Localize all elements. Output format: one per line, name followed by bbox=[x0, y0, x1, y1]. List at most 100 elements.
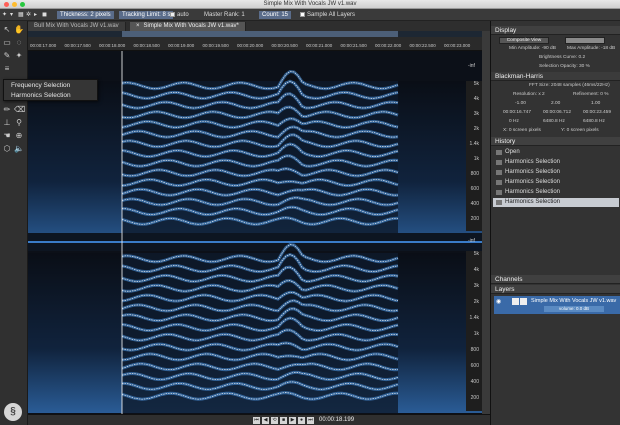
history-item[interactable]: Harmonics Selection bbox=[493, 158, 619, 167]
layer-item[interactable]: ◉ Simple Mix With Vocals JW v1.wav volum… bbox=[494, 296, 620, 314]
vertical-scrollbar[interactable] bbox=[482, 31, 490, 414]
selection-opacity[interactable]: Selection Opacity: 30 % bbox=[539, 64, 590, 69]
window-title: Simple Mix With Vocals JW v1.wav bbox=[263, 1, 357, 7]
history-panel-header: History bbox=[491, 137, 620, 146]
eyedropper-icon[interactable]: ⚲ bbox=[14, 118, 24, 128]
tab-simple-mix[interactable]: × Simple Mix With Vocals JW v1.wav* bbox=[130, 22, 246, 31]
chevron-down-icon[interactable]: ▾ bbox=[10, 11, 13, 19]
time-length[interactable]: 00:00:06.712 bbox=[543, 110, 571, 115]
sample-all-layers-checkbox[interactable]: Sample All Layers bbox=[300, 11, 355, 19]
max-amplitude[interactable]: Max Amplitude: -18 dB bbox=[567, 46, 615, 51]
history-item-label: Harmonics Selection bbox=[505, 189, 561, 195]
history-item[interactable]: Harmonics Selection bbox=[493, 178, 619, 187]
x-screen-pixels[interactable]: X: 0 screen pixels bbox=[503, 128, 541, 133]
brightness-curve[interactable]: Brightness Curve: 0.2 bbox=[539, 55, 585, 60]
star-icon[interactable]: ✲ bbox=[26, 11, 31, 19]
mute-icon[interactable] bbox=[512, 298, 519, 305]
history-item[interactable]: Harmonics Selection bbox=[493, 168, 619, 177]
display-panel-header: Display bbox=[491, 26, 620, 35]
eye-icon[interactable]: ◉ bbox=[496, 298, 504, 306]
skip-forward-icon[interactable]: ⏭ bbox=[307, 417, 314, 424]
window-function-select[interactable]: Blackman-Harris bbox=[491, 72, 620, 81]
record-icon[interactable]: ● bbox=[298, 417, 305, 424]
min-amplitude[interactable]: Min Amplitude: -90 dB bbox=[509, 46, 556, 51]
hand-tool-icon[interactable]: ✋ bbox=[14, 25, 24, 35]
value-3[interactable]: 1.00 bbox=[591, 101, 600, 106]
frequency-label: 2k bbox=[473, 126, 479, 132]
history-item[interactable]: Harmonics Selection bbox=[493, 188, 619, 197]
skip-back-icon[interactable]: ⏮ bbox=[253, 417, 260, 424]
menu-item-harmonics-selection[interactable]: Harmonics Selection bbox=[11, 92, 71, 99]
tab-label: Simple Mix With Vocals JW v1.wav* bbox=[143, 23, 239, 29]
history-item[interactable]: Open bbox=[493, 148, 619, 157]
current-time: 00:00:18.199 bbox=[319, 417, 355, 423]
pointer-tool-icon[interactable]: ↖ bbox=[2, 25, 12, 35]
thickness-field[interactable]: Thickness: 2 pixels bbox=[57, 11, 114, 19]
zoom-icon[interactable]: ⊕ bbox=[14, 131, 24, 141]
composite-view-button[interactable]: Composite View bbox=[499, 37, 549, 44]
frequency-label: 1k bbox=[473, 156, 479, 162]
close-icon[interactable]: × bbox=[136, 23, 140, 29]
freq-low[interactable]: 0 Hz bbox=[509, 119, 519, 124]
eraser-icon[interactable]: ⌫ bbox=[14, 105, 25, 115]
play-icon[interactable]: ▶ bbox=[289, 417, 296, 424]
master-rank-field[interactable]: Master Rank: 1 bbox=[204, 11, 245, 19]
tracking-limit-field[interactable]: Tracking Limit: 8 s bbox=[119, 11, 174, 19]
history-step-icon bbox=[496, 150, 502, 155]
refinement[interactable]: Refinement: 0 % bbox=[573, 92, 608, 97]
auto-label: auto bbox=[177, 12, 189, 18]
auto-checkbox[interactable]: auto bbox=[170, 11, 189, 19]
display-header-label: Display bbox=[495, 27, 517, 34]
ruler-tick-label: 00:00:20.000 bbox=[237, 43, 264, 48]
right-panel: Display Composite View Min Amplitude: -9… bbox=[490, 21, 620, 425]
layers-header-label: Layers bbox=[495, 286, 515, 293]
speaker-icon[interactable]: 🔈 bbox=[14, 144, 24, 154]
freq-high[interactable]: 6480.8 Hz bbox=[543, 119, 565, 124]
magic-wand-icon[interactable]: ✦ bbox=[14, 51, 24, 61]
frequency-label: 2k bbox=[473, 299, 479, 305]
document-tabs: Bull Mix With Vocals JW v1.wav × Simple M… bbox=[0, 21, 490, 31]
history-item[interactable]: Harmonics Selection bbox=[493, 198, 619, 207]
channels-panel-header: Channels bbox=[491, 275, 620, 284]
fft-size[interactable]: FFT Size: 2048 samples (46ms/22Hz) bbox=[529, 83, 610, 88]
ruler-tick-label: 00:00:17.000 bbox=[30, 43, 57, 48]
time-ruler[interactable]: 00:00:17.000 00:00:17.500 00:00:18.000 00:0… bbox=[28, 37, 482, 51]
cube-icon[interactable]: ⬡ bbox=[2, 144, 12, 154]
hand-icon[interactable]: ☚ bbox=[2, 131, 12, 141]
history-item-label: Harmonics Selection bbox=[505, 159, 561, 165]
y-screen-pixels[interactable]: Y: 0 screen pixels bbox=[561, 128, 599, 133]
history-step-icon bbox=[496, 180, 502, 185]
menu-item-frequency-selection[interactable]: Frequency Selection bbox=[11, 82, 70, 89]
time-end[interactable]: 00:00:23.459 bbox=[583, 110, 611, 115]
rectangle-select-icon[interactable]: ▭ bbox=[2, 38, 12, 48]
time-start[interactable]: 00:00:16.747 bbox=[503, 110, 531, 115]
title-bar: Simple Mix With Vocals JW v1.wav bbox=[0, 0, 620, 9]
grid-icon[interactable]: ▦ bbox=[18, 11, 24, 19]
stop-icon[interactable]: ■ bbox=[280, 417, 287, 424]
solo-icon[interactable] bbox=[520, 298, 527, 305]
count-field[interactable]: Count: 15 bbox=[259, 11, 292, 19]
harmonics-tool-icon[interactable]: ≡ bbox=[2, 64, 12, 74]
frequency-label: 1.4k bbox=[469, 141, 479, 147]
resolution[interactable]: Resolution: x 2 bbox=[513, 92, 545, 97]
tab-bull-mix[interactable]: Bull Mix With Vocals JW v1.wav bbox=[28, 22, 126, 31]
play-icon[interactable]: ▸ bbox=[34, 11, 37, 19]
history-step-icon bbox=[496, 160, 502, 165]
tool-icon[interactable]: ✦ bbox=[2, 11, 7, 19]
frequency-label: 800 bbox=[470, 347, 479, 353]
pencil-icon[interactable]: ✏ bbox=[2, 105, 12, 115]
frequency-label: 4k bbox=[473, 267, 479, 273]
stop-icon[interactable]: ◼ bbox=[42, 11, 47, 19]
ruler-tick-label: 00:00:19.500 bbox=[202, 43, 229, 48]
value-2[interactable]: 2.00 bbox=[551, 101, 560, 106]
layer-volume[interactable]: volume: 0.0 dB bbox=[544, 306, 604, 312]
lasso-icon[interactable]: ◌ bbox=[14, 38, 24, 48]
brush-select-icon[interactable]: ✎ bbox=[2, 51, 12, 61]
stamp-icon[interactable]: ⊥ bbox=[2, 118, 12, 128]
value-1[interactable]: -1.00 bbox=[515, 101, 526, 106]
rewind-icon[interactable]: ◀ bbox=[262, 417, 269, 424]
loop-icon[interactable]: ⟲ bbox=[271, 417, 278, 424]
ruler-tick-label: 00:00:20.500 bbox=[271, 43, 298, 48]
view-mode-select[interactable] bbox=[565, 37, 605, 44]
freq-range[interactable]: 6480.8 Hz bbox=[583, 119, 605, 124]
